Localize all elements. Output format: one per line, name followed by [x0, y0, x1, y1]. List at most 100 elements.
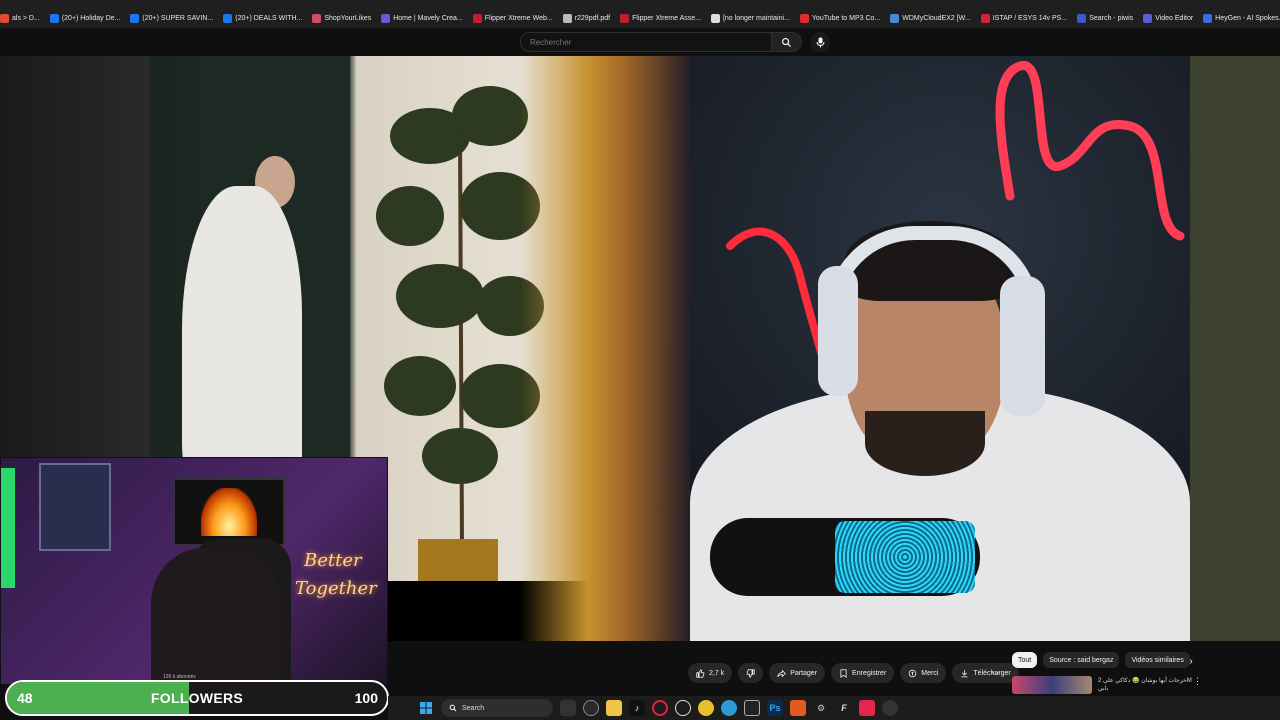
bookmark-item[interactable]: Flipper Xtreme Web...: [472, 13, 553, 23]
related-video-item[interactable]: خرجات أيها بوشان 😂 دكاكي علي 2M بابي: [1012, 676, 1197, 694]
share-icon: [777, 669, 786, 677]
office-icon[interactable]: [790, 700, 806, 716]
motion-blur: [520, 56, 690, 641]
bookmark-favicon-icon: [710, 13, 720, 23]
bookmark-item[interactable]: WDMyCloudEX2 [W...: [890, 13, 971, 23]
bookmark-item[interactable]: ISTAP / ESYS 14v PS...: [980, 13, 1068, 23]
save-button[interactable]: Enregistrer: [831, 663, 895, 683]
like-button[interactable]: 2,7 k: [688, 663, 733, 683]
bookmark-favicon-icon: [223, 13, 233, 23]
tiktok-live-icon[interactable]: [859, 700, 875, 716]
related-video-title[interactable]: خرجات أيها بوشان 😂 دكاكي علي 2M: [1098, 677, 1192, 685]
video-right-edge: [1190, 56, 1280, 641]
filmora-icon[interactable]: F: [836, 700, 852, 716]
bookmark-item[interactable]: Video Editor: [1143, 13, 1194, 23]
search-input[interactable]: [520, 32, 772, 52]
bookmark-favicon-icon: [620, 13, 630, 23]
bookmark-favicon-icon: [1077, 13, 1087, 23]
filter-chip[interactable]: Vidéos similaires: [1125, 652, 1190, 668]
dislike-button[interactable]: [738, 663, 764, 683]
download-button[interactable]: Télécharger: [952, 663, 1019, 683]
headset-right-cup: [1000, 276, 1045, 416]
bookmark-label: Flipper Xtreme Web...: [484, 14, 553, 22]
download-icon: [961, 669, 968, 677]
filter-chip[interactable]: Tout: [1012, 652, 1038, 668]
tiktok-icon[interactable]: ♪: [629, 700, 645, 716]
windows-start-button[interactable]: [418, 700, 434, 716]
bookmark-icon: [840, 668, 847, 678]
like-count: 2,7 k: [709, 669, 725, 677]
followers-goal-bar: 48 FOLLOWERS 100: [5, 680, 389, 716]
related-filter-chips: Tout Source : said bergaz Vidéos similaire…: [1012, 652, 1190, 668]
overlay-person: [151, 548, 281, 684]
related-more-button[interactable]: ⋮: [1193, 676, 1202, 687]
bookmark-favicon-icon: [0, 13, 9, 23]
bookmark-label: r229pdf.pdf: [574, 14, 611, 22]
bookmark-item[interactable]: ShopYourLikes: [312, 13, 372, 23]
bookmark-label: Video Editor: [1155, 14, 1194, 22]
search-box: [520, 32, 802, 52]
more-actions-button[interactable]: ⋯: [987, 664, 1005, 682]
bookmark-item[interactable]: HeyGen - AI Spokes...: [1203, 13, 1280, 23]
file-explorer-icon[interactable]: [606, 700, 622, 716]
bookmark-label: HeyGen - AI Spokes...: [1215, 14, 1280, 22]
obs-icon[interactable]: [583, 700, 599, 716]
bookmark-label: (20+) SUPER SAVIN...: [142, 14, 214, 22]
related-video-thumbnail[interactable]: [1012, 676, 1092, 694]
chatgpt-icon[interactable]: [675, 700, 691, 716]
bookmark-label: Home | Mavely Crea...: [393, 14, 463, 22]
followers-goal: 100: [354, 690, 378, 706]
bookmark-item[interactable]: Home | Mavely Crea...: [381, 13, 463, 23]
bookmark-label: ISTAP / ESYS 14v PS...: [992, 14, 1068, 22]
headset-left-cup: [818, 266, 858, 396]
bookmark-item[interactable]: Flipper Xtreme Asse...: [620, 13, 701, 23]
task-view-icon[interactable]: [560, 700, 576, 716]
vertical-dots-icon: ⋮: [1193, 676, 1202, 686]
edge-icon[interactable]: [721, 700, 737, 716]
bookmark-item[interactable]: Search - piwis: [1077, 13, 1133, 23]
taskbar-search[interactable]: Search: [441, 699, 553, 717]
bookmark-label: (20+) Holiday De...: [61, 14, 121, 22]
bookmark-item[interactable]: r229pdf.pdf: [562, 13, 611, 23]
super-thanks-icon: [909, 669, 917, 677]
streamer-beard: [865, 411, 985, 476]
bookmark-label: [no longer maintaini...: [722, 14, 790, 22]
filter-chip[interactable]: Source : said bergaz: [1043, 652, 1120, 668]
bookmark-item[interactable]: (20+) Holiday De...: [49, 13, 121, 23]
thumbs-up-icon: [696, 668, 705, 678]
neon-sign-line2: Together: [295, 578, 377, 599]
windows-taskbar: Search ♪ Ps ⚙ F: [388, 696, 1280, 720]
thanks-label: Merci: [921, 669, 939, 677]
bookmark-item[interactable]: (20+) DEALS WITH...: [223, 13, 302, 23]
opera-icon[interactable]: [652, 700, 668, 716]
thanks-button[interactable]: Merci: [900, 663, 947, 683]
video-actions: 2,7 k Partager Enregistrer Merci Télécha…: [688, 663, 1019, 683]
settings-icon[interactable]: ⚙: [813, 700, 829, 716]
bookmark-item[interactable]: (20+) SUPER SAVIN...: [130, 13, 214, 23]
save-label: Enregistrer: [852, 669, 887, 677]
bookmark-item[interactable]: als > D...: [0, 13, 40, 23]
fire-flame: [201, 488, 257, 536]
bookmark-favicon-icon: [1203, 13, 1213, 23]
capcut-icon[interactable]: [744, 700, 760, 716]
thumbs-down-icon: [746, 668, 755, 678]
norton-icon[interactable]: [698, 700, 714, 716]
search-button[interactable]: [772, 32, 802, 52]
share-button[interactable]: Partager: [769, 663, 826, 683]
microphone-grille: [835, 521, 975, 593]
plant-pot: [418, 539, 498, 583]
bookmark-favicon-icon: [381, 13, 391, 23]
taskbar-search-label: Search: [462, 704, 485, 712]
voice-search-button[interactable]: [810, 32, 830, 52]
bookmark-item[interactable]: YouTube to MP3 Co...: [799, 13, 880, 23]
bookmark-favicon-icon: [980, 13, 990, 23]
chips-next-button[interactable]: ›: [1184, 654, 1198, 668]
bookmark-label: ShopYourLikes: [324, 14, 372, 22]
bookmark-favicon-icon: [1143, 13, 1153, 23]
photoshop-icon[interactable]: Ps: [767, 700, 783, 716]
bookmark-item[interactable]: [no longer maintaini...: [710, 13, 790, 23]
app-icon[interactable]: [882, 700, 898, 716]
bookmark-label: als > D...: [12, 14, 40, 22]
bookmark-favicon-icon: [49, 13, 59, 23]
bookmark-favicon-icon: [130, 13, 140, 23]
